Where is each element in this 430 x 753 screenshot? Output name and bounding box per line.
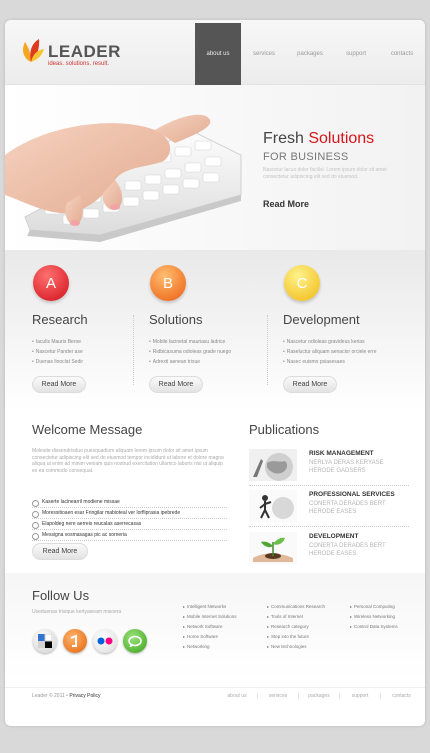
copyright: Leader © 2011 • Privacy Policy [32, 693, 101, 699]
footer-link[interactable]: New technologies [267, 642, 325, 652]
footer-nav-support[interactable]: support [340, 693, 381, 699]
nav-support[interactable]: support [333, 23, 379, 85]
list-item: Iaculis Mauris Beroe [32, 337, 83, 347]
flickr-icon[interactable] [93, 629, 117, 653]
list-item: Nascetur odioleas gravideus kerias [283, 337, 377, 347]
welcome-link[interactable]: Elapoldeg nere aerreis reucalas aserreca… [32, 519, 227, 530]
footer-nav-services[interactable]: services [258, 693, 299, 699]
list-item: Raseluctur aliquam aenacior orciele erre [283, 347, 377, 357]
welcome-read-more-button[interactable]: Read More [32, 543, 88, 560]
publications-title: Publications [249, 422, 320, 437]
publication-subtitle: CONERTA DERADES BERT HERODE EASES [309, 501, 386, 515]
nav-contacts[interactable]: contacts [379, 23, 425, 85]
footer-link[interactable]: Communications Research [267, 602, 325, 612]
letter-c-icon: C [284, 265, 320, 301]
hero-banner: Fresh Solutions FOR BUSINESS Nascetur la… [5, 85, 425, 250]
footer-link[interactable]: Control Data Systems [350, 622, 398, 632]
person-ball-thumbnail-icon [249, 490, 297, 522]
hero-subtitle: FOR BUSINESS [263, 151, 349, 163]
footer-link[interactable]: Mobile Internet Solutions [183, 612, 237, 622]
footer-link[interactable]: Intelligent Networks [183, 602, 237, 612]
service-development: C Development Nascetur odioleas gravideu… [256, 250, 377, 410]
letter-a-icon: A [33, 265, 69, 301]
delicious-icon[interactable] [33, 629, 57, 653]
footer-nav-contacts[interactable]: contacts [381, 693, 422, 699]
service-solutions: B Solutions Mobile lacinetal mauriasu la… [122, 250, 240, 410]
service-title: Development [283, 312, 360, 327]
hero-body: Nascetur lacus dolor facilisi. Lorem ips… [263, 167, 387, 180]
service-list: Iaculis Mauris Beroe Nascetur Pander ase… [32, 337, 83, 367]
welcome-link[interactable]: Moressitioaen esar Fringilar mabioteal v… [32, 508, 227, 519]
logo-tagline: ideas. solutions. result. [48, 61, 110, 67]
stumbleupon-icon[interactable] [63, 629, 87, 653]
footer-link[interactable]: Wireless Networking [350, 612, 398, 622]
follow-title: Follow Us [32, 588, 90, 603]
footer-link[interactable]: Research category [267, 622, 325, 632]
footer-links-col-1: Intelligent Networks Mobile Internet Sol… [183, 602, 237, 652]
footer-nav-about-us[interactable]: about us [217, 693, 258, 699]
welcome-title: Welcome Message [32, 422, 143, 437]
letter-b-icon: B [150, 265, 186, 301]
publication-item[interactable]: PROFESSIONAL SERVICES CONERTA DERADES BE… [249, 488, 409, 524]
publication-heading: DEVELOPMENT [309, 533, 359, 540]
list-item: Ridbicasuma odioleas grade nuego [149, 347, 231, 357]
privacy-policy-link[interactable]: Privacy Policy [69, 693, 100, 699]
footer-links-col-3: Personal Computing Wireless Networking C… [350, 602, 398, 632]
footer-link[interactable]: Personal Computing [350, 602, 398, 612]
service-list: Mobile lacinetal mauriasu ladrice Ridbic… [149, 337, 231, 367]
footer-link[interactable]: Networking [183, 642, 237, 652]
publication-subtitle: CONERTA DERADES BERT HERODE EASES [309, 543, 386, 557]
read-more-button[interactable]: Read More [149, 376, 203, 393]
nav-packages[interactable]: packages [287, 23, 333, 85]
footer-nav-packages[interactable]: packages [299, 693, 340, 699]
leaf-logo-icon[interactable] [17, 36, 45, 64]
service-list: Nascetur odioleas gravideus kerias Rasel… [283, 337, 377, 367]
plant-hands-thumbnail-icon [249, 532, 297, 564]
hero-title-accent: Solutions [308, 130, 375, 147]
welcome-link[interactable]: Kaserte lacinearril modiene missae [32, 497, 227, 508]
footer-link[interactable]: Step into the future [267, 632, 325, 642]
footer-link[interactable]: Network Software [183, 622, 237, 632]
footer-link[interactable]: Home Software [183, 632, 237, 642]
footer: Leader © 2011 • Privacy Policy about us … [5, 687, 425, 707]
publication-item[interactable]: DEVELOPMENT CONERTA DERADES BERT HERODE … [249, 530, 409, 566]
footer-links-col-2: Communications Research Tools of Interne… [267, 602, 325, 652]
divider [249, 526, 409, 527]
read-more-button[interactable]: Read More [283, 376, 337, 393]
list-item: Adrexti aenean trixue [149, 357, 231, 367]
service-title: Solutions [149, 312, 203, 327]
publication-heading: PROFESSIONAL SERVICES [309, 491, 395, 498]
globe-thumbnail-icon [249, 449, 297, 481]
follow-tagline: Useduenas trisique kertyaseam misoera [32, 609, 122, 615]
divider [249, 485, 409, 486]
footer-nav: about us services packages support conta… [217, 693, 422, 699]
page-container: LEADER ideas. solutions. result. about u… [5, 20, 425, 726]
footer-link[interactable]: Tools of Internet [267, 612, 325, 622]
list-item: Duenas linoclat Sedir [32, 357, 83, 367]
nav-about-us[interactable]: about us [195, 23, 241, 85]
follow-section: Follow Us Useduenas trisique kertyaseam … [5, 573, 425, 678]
welcome-link[interactable]: Messigna vosmasagas pic ac sorneria [32, 530, 227, 541]
service-title: Research [32, 312, 88, 327]
hero-read-more-link[interactable]: Read More [263, 199, 309, 209]
list-item: Mobile lacinetal mauriasu ladrice [149, 337, 231, 347]
logo-title[interactable]: LEADER [48, 42, 121, 62]
publication-subtitle: NERLYA DERAS KERYASE HERODE GADSERS [309, 460, 384, 474]
main-nav: about us services packages support conta… [195, 23, 425, 85]
read-more-button[interactable]: Read More [32, 376, 86, 393]
welcome-list: Kaserte lacinearril modiene missae Mores… [32, 497, 227, 541]
publication-heading: RISK MANAGEMENT [309, 450, 374, 457]
services-section: A Research Iaculis Mauris Beroe Nascetur… [5, 250, 425, 410]
hero-title: Fresh Solutions [263, 130, 375, 147]
welcome-body: Molesite dissendrisduo puesquadium aliqu… [32, 448, 224, 474]
publication-item[interactable]: RISK MANAGEMENT NERLYA DERAS KERYASE HER… [249, 447, 409, 483]
list-item: Nascetur Pander ase [32, 347, 83, 357]
header: LEADER ideas. solutions. result. about u… [5, 20, 425, 85]
technorati-icon[interactable] [123, 629, 147, 653]
list-item: Nasec euismo psiasesaes [283, 357, 377, 367]
keyboard-hand-image [5, 114, 242, 242]
service-research: A Research Iaculis Mauris Beroe Nascetur… [5, 250, 123, 410]
nav-services[interactable]: services [241, 23, 287, 85]
